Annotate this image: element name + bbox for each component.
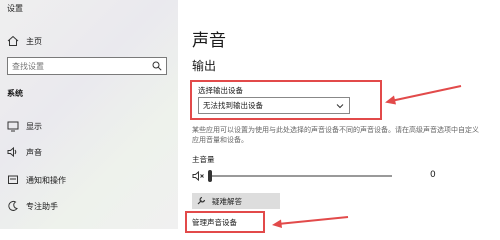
sound-icon: [7, 146, 17, 158]
home-nav-item[interactable]: 主页: [7, 34, 42, 48]
master-volume-slider[interactable]: [208, 170, 392, 182]
annotation-arrow-icon: [272, 216, 349, 228]
troubleshoot-button[interactable]: 疑难解答: [192, 193, 280, 209]
search-icon[interactable]: [152, 61, 162, 71]
main-panel: 声音 输出 选择输出设备 无法找到输出设备 某些应用可以设置为使用与此处选择的声…: [178, 0, 500, 233]
sidebar-item-label: 通知和操作: [26, 175, 66, 185]
display-icon: [7, 121, 19, 132]
home-icon: [7, 35, 19, 46]
wrench-icon: [197, 196, 206, 205]
output-heading: 输出: [192, 59, 217, 73]
sidebar-item-sound[interactable]: 声音: [7, 145, 42, 159]
master-volume-label: 主音量: [192, 155, 215, 164]
select-output-label: 选择输出设备: [198, 86, 243, 95]
sidebar-item-label: 显示: [26, 121, 42, 131]
output-description: 某些应用可以设置为使用与此处选择的声音设备不同的声音设备。请在高级声音选项中自定…: [192, 126, 479, 144]
output-device-value: 无法找到输出设备: [203, 101, 263, 110]
speaker-muted-icon[interactable]: [192, 170, 206, 182]
notification-icon: [8, 175, 18, 184]
sidebar-item-display[interactable]: 显示: [7, 119, 42, 133]
annotation-arrow-icon: [385, 85, 462, 105]
search-input[interactable]: [8, 58, 150, 73]
slider-track: [208, 175, 392, 177]
sidebar-item-focus-assist[interactable]: 专注助手: [7, 199, 58, 213]
manage-sound-devices-link[interactable]: 管理声音设备: [192, 217, 237, 228]
focus-assist-icon: [8, 200, 18, 211]
section-label-system: 系统: [7, 89, 23, 98]
home-label: 主页: [26, 36, 42, 46]
chevron-down-icon: [336, 104, 344, 109]
settings-search[interactable]: [7, 57, 167, 75]
slider-thumb[interactable]: [208, 170, 212, 182]
window-title: 设置: [7, 4, 23, 13]
sidebar-item-notifications[interactable]: 通知和操作: [7, 173, 66, 187]
troubleshoot-label: 疑难解答: [212, 196, 242, 206]
sidebar: 设置 主页 系统 显示 声音 通知和操作: [0, 0, 178, 229]
sidebar-item-label: 声音: [26, 147, 42, 157]
page-title: 声音: [192, 31, 226, 51]
output-device-dropdown[interactable]: 无法找到输出设备: [198, 97, 350, 114]
volume-value: 0: [430, 170, 436, 180]
sidebar-item-label: 专注助手: [26, 201, 58, 211]
